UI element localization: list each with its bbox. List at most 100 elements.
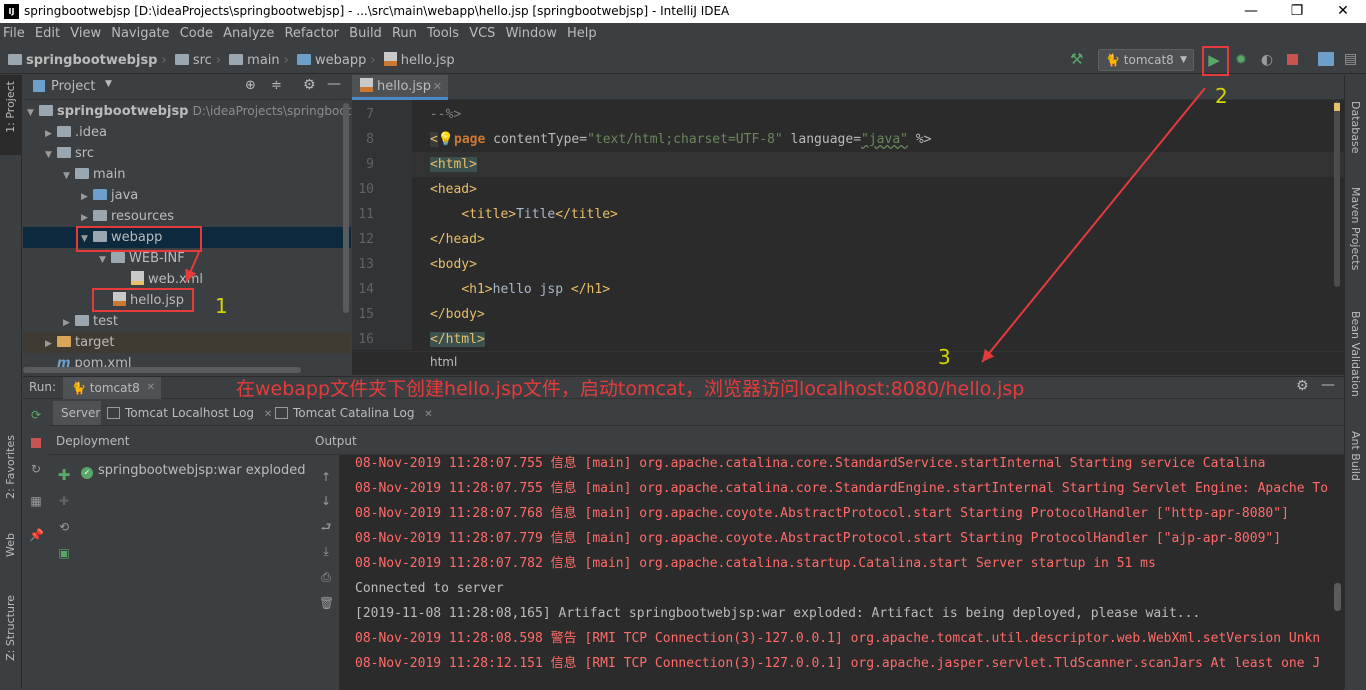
deployment-item-label: springbootwebjsp:war exploded — [98, 463, 306, 478]
menu-analyze[interactable]: Analyze — [220, 23, 277, 45]
close-tab-icon[interactable]: ✕ — [147, 377, 155, 399]
editor-scrollbar[interactable] — [1334, 101, 1340, 287]
menu-code[interactable]: Code — [177, 23, 216, 45]
print-icon[interactable]: ⎙ — [319, 570, 333, 584]
tab-tomcat-catalina-log[interactable]: Tomcat Catalina Log ✕ — [271, 401, 433, 425]
debug-button[interactable]: ✹ — [1232, 51, 1250, 69]
code-line-15[interactable]: </body> — [430, 302, 485, 327]
menu-edit[interactable]: Edit — [32, 23, 63, 45]
deploy-icon[interactable]: ✚ — [57, 468, 71, 483]
tree-item-idea[interactable]: ▶ .idea — [45, 122, 107, 143]
tree-item-project-root[interactable]: ▼ springbootwebjsp D:\ideaProjects\spring… — [27, 101, 369, 122]
ant-build-tool-label[interactable]: Ant Build — [1349, 431, 1362, 481]
tree-item-label: java — [111, 188, 139, 203]
hide-icon[interactable]: — — [327, 76, 341, 92]
tree-item-label: WEB-INF — [129, 251, 185, 266]
hide-icon[interactable]: — — [1321, 377, 1335, 393]
favorites-tool-label[interactable]: 2: Favorites — [4, 435, 17, 499]
pin-icon[interactable]: 📌 — [29, 528, 44, 542]
stop-button[interactable] — [1287, 54, 1298, 65]
code-line-7[interactable]: --%> — [430, 102, 461, 127]
code-line-13[interactable]: <body> — [430, 252, 477, 277]
build-hammer-icon[interactable]: ⚒ — [1070, 51, 1086, 67]
stop-icon[interactable] — [31, 438, 41, 448]
undeploy-icon[interactable]: ✚ — [57, 494, 71, 508]
close-button[interactable]: ✕ — [1320, 0, 1366, 23]
rerun-icon[interactable]: ⟳ — [29, 408, 43, 422]
menu-navigate[interactable]: Navigate — [108, 23, 172, 45]
menu-file[interactable]: File — [0, 23, 28, 45]
deployment-item[interactable]: ✓ springbootwebjsp:war exploded — [81, 461, 306, 481]
code-line-16[interactable]: </html> — [430, 327, 485, 352]
run-config-selector[interactable]: 🐈 tomcat8 ▼ — [1098, 49, 1194, 71]
tab-tomcat-localhost-log[interactable]: Tomcat Localhost Log ✕ — [103, 401, 272, 425]
breadcrumb-project[interactable]: springbootwebjsp — [26, 53, 158, 68]
tree-item-src[interactable]: ▼ src — [45, 143, 94, 164]
web-tool-label[interactable]: Web — [4, 533, 17, 557]
scroll-down-icon[interactable]: ↓ — [319, 494, 333, 508]
trash-icon[interactable]: 🗑 — [319, 596, 334, 610]
code-line-9[interactable]: <html> — [430, 152, 477, 177]
menu-build[interactable]: Build — [346, 23, 385, 45]
console-scrollbar[interactable] — [1334, 583, 1341, 611]
collapse-icon[interactable]: ≑ — [271, 78, 282, 93]
maximize-button[interactable]: ❐ — [1274, 0, 1320, 23]
layout-icon[interactable]: ▦ — [29, 494, 43, 508]
maven-tool-label[interactable]: Maven Projects — [1349, 187, 1362, 270]
project-panel-title[interactable]: Project — [51, 79, 95, 94]
tab-hello-jsp[interactable]: hello.jsp ✕ — [352, 75, 448, 100]
menu-view[interactable]: View — [67, 23, 104, 45]
gear-icon[interactable]: ⚙ — [1296, 378, 1309, 394]
project-structure-button[interactable] — [1318, 52, 1334, 66]
menu-refactor[interactable]: Refactor — [281, 23, 342, 45]
scroll-to-end-icon[interactable]: ⤓ — [319, 544, 333, 558]
gear-icon[interactable]: ⚙ — [303, 77, 316, 93]
update-icon[interactable]: ↻ — [29, 462, 43, 476]
structure-tool-label[interactable]: Z: Structure — [4, 595, 17, 661]
scroll-up-icon[interactable]: ↑ — [319, 470, 333, 484]
locate-icon[interactable]: ⊕ — [245, 78, 256, 93]
breadcrumb-webapp[interactable]: webapp — [315, 53, 366, 68]
breadcrumb-src[interactable]: src — [193, 53, 212, 68]
search-everywhere-icon[interactable]: ▤ — [1344, 51, 1360, 67]
tree-item-target[interactable]: ▶ target — [23, 332, 351, 353]
lightbulb-icon[interactable]: 💡 — [438, 132, 454, 147]
project-tool-tab[interactable]: 1: Project — [0, 75, 21, 155]
run-config-tab-label: tomcat8 — [89, 381, 140, 395]
chevron-down-icon[interactable]: ▼ — [105, 79, 112, 89]
tree-item-main[interactable]: ▼ main — [63, 164, 125, 185]
menu-window[interactable]: Window — [503, 23, 560, 45]
menu-tools[interactable]: Tools — [424, 23, 462, 45]
editor-breadcrumb-html[interactable]: html — [430, 355, 457, 369]
code-line-14[interactable]: <h1>hello jsp </h1> — [430, 277, 610, 302]
code-line-12[interactable]: </head> — [430, 227, 485, 252]
horizontal-scrollbar[interactable] — [23, 367, 301, 373]
coverage-button[interactable]: ◐ — [1258, 51, 1276, 69]
vertical-scrollbar[interactable] — [343, 103, 349, 313]
code-line-10[interactable]: <head> — [430, 177, 477, 202]
menu-vcs[interactable]: VCS — [466, 23, 498, 45]
minimize-button[interactable]: — — [1228, 0, 1274, 23]
menu-help[interactable]: Help — [564, 23, 600, 45]
artifact-icon[interactable]: ▣ — [57, 546, 71, 560]
tree-item-resources[interactable]: ▶ resources — [81, 206, 174, 227]
close-tab-icon[interactable]: ✕ — [424, 409, 432, 420]
tree-item-web-xml[interactable]: web.xml — [131, 269, 203, 290]
run-config-tab[interactable]: 🐈 tomcat8 ✕ — [63, 377, 161, 399]
close-tab-icon[interactable]: ✕ — [433, 75, 442, 99]
code-line-8[interactable]: <💡page contentType="text/html;charset=UT… — [430, 127, 931, 152]
warning-marker[interactable] — [1334, 103, 1340, 111]
soft-wrap-icon[interactable]: ⮐ — [319, 520, 333, 534]
tab-server[interactable]: Server — [53, 401, 101, 425]
refresh-icon[interactable]: ⟲ — [57, 520, 71, 534]
code-line-11[interactable]: <title>Title</title> — [430, 202, 618, 227]
menu-run[interactable]: Run — [389, 23, 420, 45]
tree-item-test[interactable]: ▶ test — [63, 311, 118, 332]
breadcrumb-hello-jsp[interactable]: hello.jsp — [401, 53, 455, 68]
output-console[interactable]: 08-Nov-2019 11:28:07.755 信息 [main] org.a… — [339, 455, 1344, 690]
database-tool-label[interactable]: Database — [1349, 101, 1362, 154]
tree-item-java[interactable]: ▶ java — [81, 185, 138, 206]
bean-validation-tool-label[interactable]: Bean Validation — [1349, 311, 1362, 397]
intellij-logo-icon: IJ — [4, 4, 19, 19]
breadcrumb-main[interactable]: main — [247, 53, 279, 68]
